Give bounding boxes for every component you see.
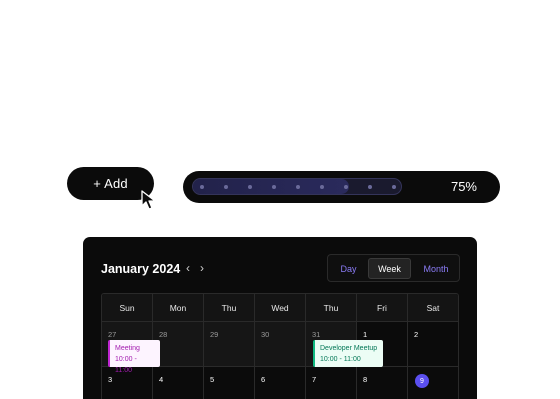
day-number: 29 [210, 330, 219, 339]
day-cell[interactable]: 27 Meeting 10:00 - 11:00 [102, 322, 160, 374]
day-number: 6 [261, 375, 266, 384]
view-week-button[interactable]: Week [368, 258, 411, 279]
event-meeting[interactable]: Meeting 10:00 - 11:00 [108, 340, 160, 374]
weekday-label: Wed [255, 294, 306, 321]
event-title: Meeting [115, 345, 140, 352]
day-number: 7 [312, 375, 317, 384]
day-number: 4 [159, 375, 164, 384]
day-number: 31 [312, 330, 321, 339]
today-badge: 9 [415, 374, 429, 388]
day-number: 28 [159, 330, 168, 339]
weekday-header: Sun Mon Thu Wed Thu Fri Sat [102, 294, 458, 321]
weekday-label: Thu [306, 294, 357, 321]
day-cell[interactable]: 28 [153, 322, 204, 366]
day-number: 30 [261, 330, 270, 339]
weekday-label: Sat [426, 302, 440, 313]
view-switcher: Day Week Month [327, 254, 460, 282]
progress-dots [193, 179, 401, 194]
day-number: 1 [363, 330, 368, 339]
progress-widget: 75% [183, 171, 500, 203]
chevron-left-icon[interactable]: ‹ [186, 261, 190, 275]
day-number: 27 [108, 330, 117, 339]
weekday-label: Fri [357, 294, 408, 321]
progress-track[interactable] [192, 178, 402, 195]
day-number: 5 [210, 375, 215, 384]
week-row: 27 Meeting 10:00 - 11:00 28 29 30 31 Dev… [102, 321, 458, 374]
event-title: Developer Meetup [320, 345, 378, 352]
weekday-label: Thu [204, 294, 255, 321]
day-cell[interactable]: 8 [357, 367, 408, 399]
mouse-cursor-icon [141, 190, 156, 210]
day-cell[interactable]: 9 [408, 367, 458, 399]
event-time: 10:00 - 11:00 [115, 356, 137, 374]
day-cell[interactable]: 5 [204, 367, 255, 399]
chevron-right-icon[interactable]: › [200, 261, 204, 275]
view-day-button[interactable]: Day [331, 258, 366, 279]
weekday-label: Mon [153, 294, 204, 321]
day-cell[interactable]: 30 [255, 322, 306, 366]
day-cell[interactable]: 7 [306, 367, 357, 399]
day-cell[interactable]: 4 [153, 367, 204, 399]
event-time: 10:00 - 11:00 [320, 356, 361, 363]
progress-percentage: 75% [450, 179, 477, 194]
add-button-label: + Add [93, 176, 128, 191]
day-number: 2 [414, 330, 419, 339]
calendar-widget: January 2024 ‹ › Day Week Month Sun Mon … [83, 237, 477, 399]
day-cell[interactable]: 29 [204, 322, 255, 366]
day-cell[interactable]: 2 [408, 322, 458, 366]
day-cell[interactable]: 6 [255, 367, 306, 399]
calendar-title: January 2024 [101, 262, 181, 276]
view-month-button[interactable]: Month [414, 258, 458, 279]
day-number: 3 [108, 375, 113, 384]
week-row: 3 4 5 6 7 8 9 [102, 366, 458, 399]
weekday-label: Sun [102, 294, 153, 321]
calendar-grid: Sun Mon Thu Wed Thu Fri Sat 27 Meeting 1… [101, 293, 459, 399]
event-developer-meetup[interactable]: Developer Meetup 10:00 - 11:00 [313, 340, 383, 367]
day-cell[interactable]: 31 Developer Meetup 10:00 - 11:00 [306, 322, 383, 367]
day-number: 8 [363, 375, 368, 384]
